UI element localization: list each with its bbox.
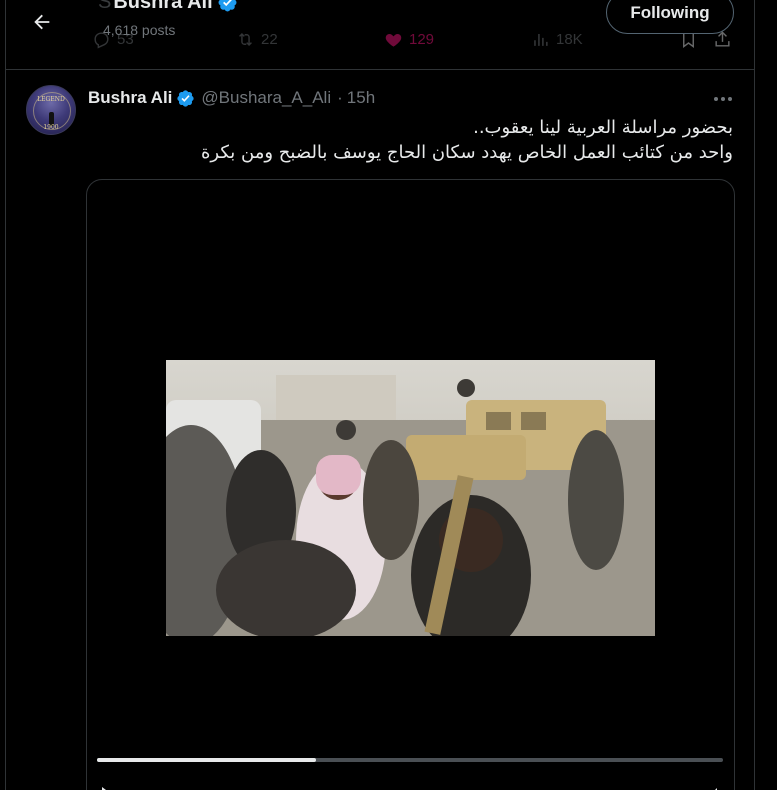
volume-icon[interactable]: [707, 786, 721, 790]
ghost-repost-count: 22: [261, 31, 278, 48]
arrow-left-icon: [34, 14, 50, 30]
video-progress-fill: [97, 758, 317, 762]
tweet-text-line: بحضور مراسلة العربية لينا يعقوب..: [473, 117, 733, 138]
title-ghost-letter: S: [98, 0, 112, 13]
verified-badge-icon: [218, 0, 237, 12]
avatar-text-bottom: 1900: [43, 124, 59, 131]
video-progress-bar[interactable]: [97, 758, 723, 762]
top-bar: S Bushra Ali 4,618 posts 53 22 129 18K F…: [6, 0, 754, 70]
avatar[interactable]: LEGEND 1900: [26, 85, 76, 135]
following-button[interactable]: Following: [606, 0, 734, 34]
tweet-time[interactable]: 15h: [347, 88, 375, 108]
repost-icon: [239, 32, 252, 47]
verified-badge-icon: [177, 89, 195, 107]
views-icon: [534, 33, 548, 46]
avatar-text-top: LEGEND: [37, 96, 65, 103]
heart-icon: [385, 33, 402, 47]
back-button[interactable]: [24, 4, 60, 40]
ghost-repost: 22: [236, 30, 278, 49]
profile-title-name: Bushra Ali: [113, 0, 213, 13]
video-player[interactable]: [86, 179, 735, 790]
ghost-reply: 53: [92, 30, 134, 49]
ghost-like-count: 129: [409, 31, 435, 48]
author-handle[interactable]: @Bushara_A_Ali: [201, 88, 331, 108]
reply-icon: [94, 32, 109, 49]
ghost-views-count: 18K: [556, 31, 583, 48]
profile-title: S Bushra Ali: [98, 0, 238, 14]
author-name[interactable]: Bushra Ali: [88, 88, 172, 108]
more-button[interactable]: [708, 87, 738, 111]
meta-separator: ·: [337, 88, 343, 107]
main-column: S Bushra Ali 4,618 posts 53 22 129 18K F…: [5, 0, 755, 790]
tweet-text: بحضور مراسلة العربية لينا يعقوب.. واحد م…: [201, 115, 733, 165]
ghost-views: 18K: [531, 30, 583, 49]
more-dots-icon: [714, 97, 718, 101]
ghost-reply-count: 53: [117, 31, 134, 48]
play-icon[interactable]: [101, 786, 115, 790]
video-frame[interactable]: [166, 360, 655, 636]
ghost-action-bar: 53 22 129 18K: [86, 30, 736, 58]
ghost-like: 129: [384, 30, 434, 49]
tweet-header: Bushra Ali @Bushara_A_Ali · 15h: [88, 88, 375, 108]
tweet-text-line: واحد من كتائب العمل الخاص يهدد سكان الحا…: [201, 142, 733, 163]
more-dots-icon: [728, 97, 732, 101]
video-still: [166, 360, 655, 636]
more-dots-icon: [721, 97, 725, 101]
